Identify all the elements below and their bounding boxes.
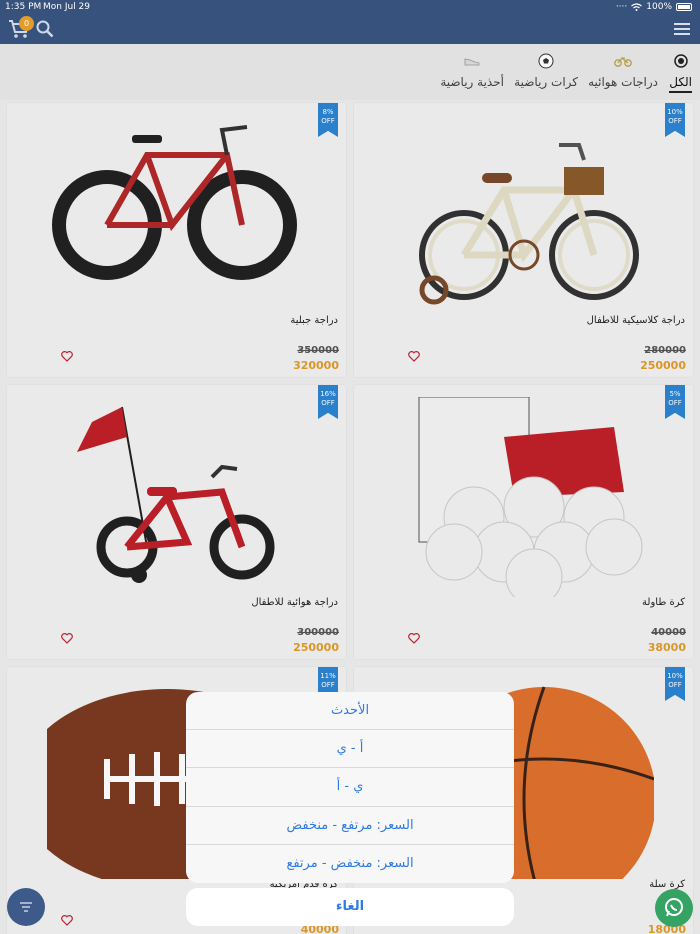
- status-time: 1:35 PM: [5, 2, 42, 12]
- sort-option-newest[interactable]: الأحدث: [186, 692, 514, 731]
- menu-icon[interactable]: [674, 23, 690, 38]
- whatsapp-icon: [665, 898, 683, 917]
- cancel-button[interactable]: الغاء: [186, 888, 514, 926]
- sort-option-price-low-high[interactable]: السعر: منخفض - مرتفع: [186, 845, 514, 883]
- signal-icon: ····: [615, 2, 628, 12]
- cart-badge: 0: [19, 16, 34, 31]
- battery-icon: [676, 3, 692, 11]
- status-bar: 1:35 PM Mon Jul 29 ···· 100%: [0, 0, 700, 14]
- sort-option-z-a[interactable]: ي - أ: [186, 768, 514, 807]
- sort-action-sheet: الأحدث أ - ي ي - أ السعر: مرتفع - منخفض …: [186, 692, 514, 883]
- sort-option-price-high-low[interactable]: السعر: مرتفع - منخفض: [186, 807, 514, 845]
- app-header: 1:35 PM Mon Jul 29 ···· 100% 0: [0, 0, 700, 44]
- filter-button[interactable]: [7, 888, 45, 926]
- sort-option-a-z[interactable]: أ - ي: [186, 730, 514, 769]
- filter-icon: [20, 902, 32, 912]
- search-icon[interactable]: [36, 20, 54, 38]
- battery-percent: 100%: [646, 2, 672, 12]
- wifi-icon: [631, 3, 643, 11]
- whatsapp-button[interactable]: [655, 889, 693, 927]
- status-date: Mon Jul 29: [43, 2, 91, 12]
